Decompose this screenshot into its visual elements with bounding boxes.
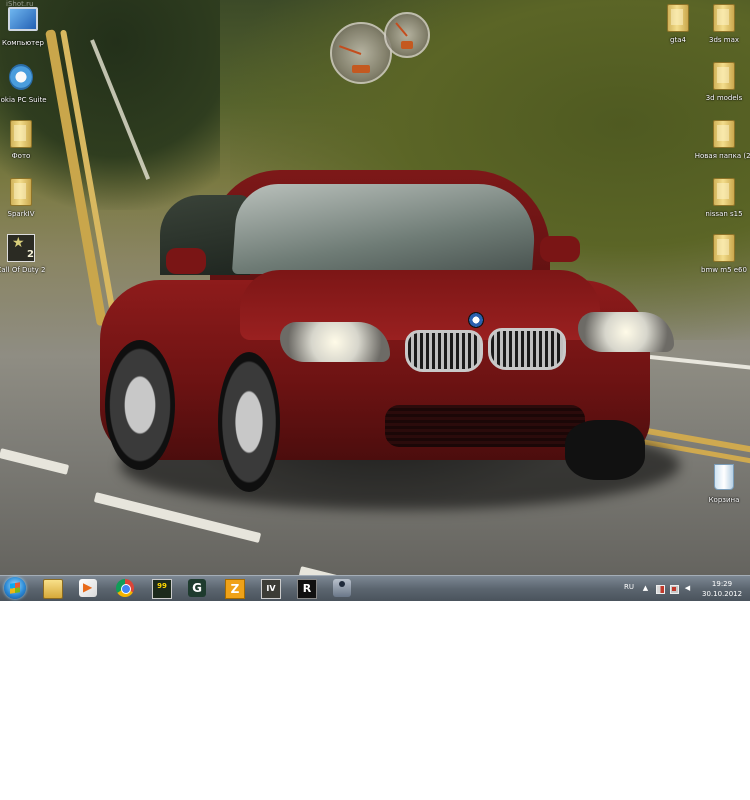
desktop-icon-3d-models[interactable]: 3d models xyxy=(693,62,750,102)
desktop-icon-recycle-bin[interactable]: Корзина xyxy=(693,464,750,504)
taskbar-explorer-icon[interactable] xyxy=(43,579,63,599)
desktop-icon-label: Новая папка (2) xyxy=(694,152,750,160)
wallpaper-car xyxy=(100,170,680,510)
recycle-bin-icon xyxy=(709,464,739,494)
folder-icon xyxy=(663,4,693,34)
desktop-icon-nokia-pc-suite[interactable]: Nokia PC Suite xyxy=(0,64,52,104)
taskbar-gta-iv-icon[interactable]: IV xyxy=(261,579,281,599)
computer-icon xyxy=(8,7,38,37)
nokia-icon xyxy=(6,64,36,94)
desktop-icon-nissan-s15[interactable]: nissan s15 xyxy=(693,178,750,218)
clock-date: 30.10.2012 xyxy=(702,590,743,598)
language-indicator[interactable]: RU xyxy=(624,583,634,591)
car-wheel xyxy=(218,352,280,492)
desktop-icon-label: 3d models xyxy=(705,94,743,102)
desktop-icon-sparkiv[interactable]: SparkIV xyxy=(0,178,52,218)
tray-clock[interactable]: 19:29 30.10.2012 xyxy=(702,579,742,599)
taskbar-z-icon[interactable]: Z xyxy=(225,579,245,599)
tachometer-gadget[interactable] xyxy=(384,12,430,58)
car-wheel xyxy=(105,340,175,470)
folder-icon xyxy=(709,234,739,264)
desktop-icon-label: 3ds max xyxy=(708,36,740,44)
car-badge-icon xyxy=(468,312,484,328)
gauge-needle xyxy=(395,22,408,37)
desktop-icon-call-of-duty-2[interactable]: 2 Call Of Duty 2 xyxy=(0,234,52,274)
desktop-icon-label: bmw m5 e60 xyxy=(701,266,747,274)
taskbar-media-player-icon[interactable] xyxy=(79,579,97,597)
folder-icon xyxy=(6,120,36,150)
speedometer-gadget[interactable] xyxy=(330,22,392,84)
desktop-wallpaper: iShot.ru Компьютер Nokia PC Suite Фото S… xyxy=(0,0,750,575)
taskbar: 99 G Z IV R RU ▲ ◀ 19:29 30.10.2012 xyxy=(0,575,750,601)
gauge-needle xyxy=(338,45,362,55)
car-headlight xyxy=(280,322,390,362)
gauge-readout xyxy=(352,64,370,73)
car-headlight xyxy=(578,312,674,352)
car-grille xyxy=(488,328,566,370)
car-windshield xyxy=(231,184,539,274)
start-button[interactable] xyxy=(4,577,26,599)
taskbar-user-app-icon[interactable] xyxy=(333,579,351,597)
desktop-icon-3ds-max[interactable]: 3ds max xyxy=(693,4,750,44)
desktop-icon-computer[interactable]: Компьютер xyxy=(0,4,54,47)
folder-icon xyxy=(6,178,36,208)
tray-network-icon[interactable] xyxy=(670,585,679,594)
clock-time: 19:29 xyxy=(711,580,733,588)
tray-action-center-icon[interactable] xyxy=(656,585,665,594)
lane-dash xyxy=(0,448,70,475)
folder-icon xyxy=(709,178,739,208)
taskbar-rockstar-icon[interactable]: R xyxy=(297,579,317,599)
call-of-duty-icon: 2 xyxy=(6,234,36,264)
desktop-icon-label: SparkIV xyxy=(7,210,35,218)
car-intake xyxy=(385,405,585,447)
desktop-icon-label: Фото xyxy=(11,152,31,160)
taskbar-chrome-icon[interactable] xyxy=(116,579,134,597)
desktop-icon-label: nissan s15 xyxy=(705,210,743,218)
taskbar-99-icon[interactable]: 99 xyxy=(152,579,172,599)
tray-show-hidden-icon[interactable]: ▲ xyxy=(642,585,649,592)
desktop-icon-label: Корзина xyxy=(708,496,740,504)
desktop-icon-foto[interactable]: Фото xyxy=(0,120,52,160)
desktop-icon-label: Call Of Duty 2 xyxy=(0,266,46,274)
desktop-icon-label: Компьютер xyxy=(2,39,44,47)
car-mirror xyxy=(540,236,580,262)
desktop-icon-bmw-m5-e60[interactable]: bmw m5 e60 xyxy=(693,234,750,274)
folder-icon xyxy=(709,120,739,150)
car-wheel xyxy=(565,420,645,480)
car-mirror xyxy=(166,248,206,274)
taskbar-g-icon[interactable]: G xyxy=(188,579,206,597)
car-grille xyxy=(405,330,483,372)
tray-volume-icon[interactable]: ◀ xyxy=(684,585,691,592)
desktop-icon-label: Nokia PC Suite xyxy=(0,96,47,104)
road-edge xyxy=(649,355,750,372)
lane-dash xyxy=(298,566,360,575)
folder-icon xyxy=(709,4,739,34)
folder-icon xyxy=(709,62,739,92)
gauge-readout xyxy=(400,41,414,50)
desktop-icon-new-folder-2[interactable]: Новая папка (2) xyxy=(693,120,750,160)
